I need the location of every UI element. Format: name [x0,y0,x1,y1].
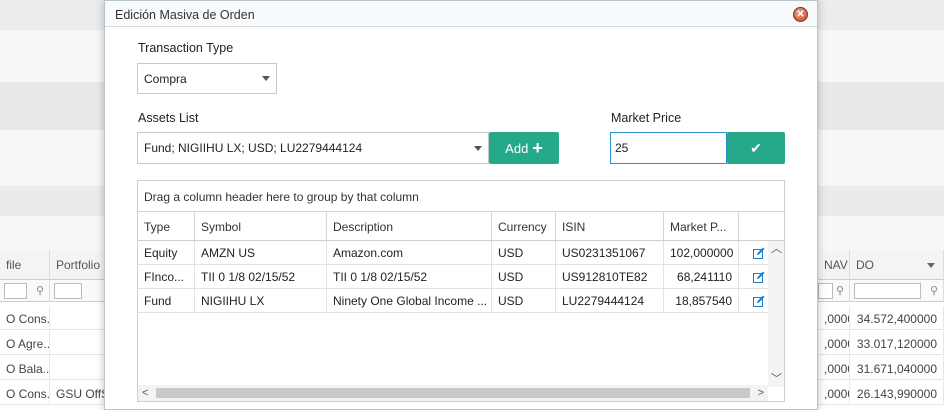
sort-caret-icon [927,263,935,268]
bg-cell: ,0000 [818,356,850,380]
add-button-label: Add [505,140,529,156]
close-icon[interactable]: ✕ [793,7,808,22]
bg-col-header-label: DO [856,258,874,272]
horizontal-scroll-thumb[interactable] [156,388,750,398]
bg-col-header[interactable]: NAV [818,250,850,280]
edit-icon[interactable] [753,247,765,259]
filter-input[interactable] [854,283,921,299]
assets-list-label: Assets List [138,111,199,125]
cell-isin: US912810TE82 [556,265,664,289]
chevron-up-icon[interactable]: ︿ [771,243,782,255]
bg-cell: ,0000 [818,306,850,330]
cell-description: Ninety One Global Income ... [327,289,492,313]
bg-cell: GSU OffS... [50,381,105,405]
col-header-actions [739,212,784,241]
chevron-down-icon [262,76,270,81]
cell-type: FInco... [138,265,195,289]
bg-cell: 34.572,400000 [850,306,944,330]
cell-currency: USD [492,265,556,289]
bg-col-header-do[interactable]: DO [850,250,944,280]
cell-isin: LU2279444124 [556,289,664,313]
bg-cell: 31.671,040000 [850,356,944,380]
col-header-isin[interactable]: ISIN [556,212,664,241]
bg-col-header[interactable]: file [0,250,50,280]
bg-cell [50,331,105,355]
cell-actions [739,289,768,313]
chevron-down-icon[interactable]: ﹀ [771,373,782,385]
edit-icon[interactable] [753,295,765,307]
bg-filter-cell[interactable]: ⚲ [818,280,850,302]
cell-actions [739,241,768,265]
transaction-type-value: Compra [144,71,187,86]
filter-input[interactable] [54,283,82,299]
bg-filter-cell[interactable] [50,280,105,302]
bg-cell: ,0000 [818,381,850,405]
chevron-down-icon [474,145,482,151]
bg-filter-cell[interactable]: ⚲ [0,280,50,302]
cell-type: Fund [138,289,195,313]
cell-currency: USD [492,241,556,265]
cell-type: Equity [138,241,195,265]
cell-currency: USD [492,289,556,313]
transaction-type-label: Transaction Type [138,41,234,55]
assets-list-select[interactable]: Fund; NIGIIHU LX; USD; LU2279444124 [137,132,489,164]
bg-filter-cell[interactable]: ⚲ [850,280,944,302]
col-header-type[interactable]: Type [138,212,195,241]
bg-cell [50,356,105,380]
assets-list-value: Fund; NIGIIHU LX; USD; LU2279444124 [144,141,363,155]
cell-market-price: 68,241110 [664,265,739,289]
col-header-currency[interactable]: Currency [492,212,556,241]
vertical-scrollbar[interactable]: ︿ ﹀ [768,241,784,387]
cell-market-price: 18,857540 [664,289,739,313]
bg-cell: ,0000 [818,331,850,355]
bg-cell: 33.017,120000 [850,331,944,355]
group-panel[interactable]: Drag a column header here to group by th… [138,181,784,212]
bg-cell: O Cons... [0,306,50,330]
market-price-value: 25 [615,141,629,155]
market-price-input[interactable]: 25 [610,132,727,164]
col-header-market-price[interactable]: Market P... [664,212,739,241]
col-header-symbol[interactable]: Symbol [195,212,327,241]
cell-description: TII 0 1/8 02/15/52 [327,265,492,289]
filter-icon[interactable]: ⚲ [930,284,938,297]
col-header-description[interactable]: Description [327,212,492,241]
cell-market-price: 102,000000 [664,241,739,265]
bg-cell: O Agre... [0,331,50,355]
filter-input[interactable] [4,283,27,299]
edit-icon[interactable] [753,271,765,283]
bg-cell: 26.143,990000 [850,381,944,405]
market-price-label: Market Price [611,111,682,125]
plus-icon: + [532,138,543,158]
apply-price-button[interactable]: ✔ [727,132,785,164]
cell-symbol: AMZN US [195,241,327,265]
check-icon: ✔ [750,139,762,156]
cell-actions [739,265,768,289]
cell-description: Amazon.com [327,241,492,265]
dialog-title: Edición Masiva de Orden [115,8,255,22]
bg-col-header[interactable]: Portfolio [50,250,105,280]
filter-icon[interactable]: ⚲ [36,284,44,297]
bg-cell: O Bala... [0,356,50,380]
assets-grid: Drag a column header here to group by th… [137,180,785,402]
cell-symbol: NIGIIHU LX [195,289,327,313]
filter-input[interactable] [818,283,833,299]
filter-icon[interactable]: ⚲ [836,284,844,297]
cell-symbol: TII 0 1/8 02/15/52 [195,265,327,289]
horizontal-scrollbar[interactable]: < > [138,385,768,401]
bg-cell [50,306,105,330]
add-button[interactable]: Add + [489,132,559,164]
dialog-titlebar: Edición Masiva de Orden ✕ [105,1,817,27]
chevron-left-icon[interactable]: < [142,387,148,399]
bg-cell: O Cons... [0,381,50,405]
cell-isin: US0231351067 [556,241,664,265]
transaction-type-select[interactable]: Compra [137,63,277,94]
chevron-right-icon[interactable]: > [758,387,764,399]
